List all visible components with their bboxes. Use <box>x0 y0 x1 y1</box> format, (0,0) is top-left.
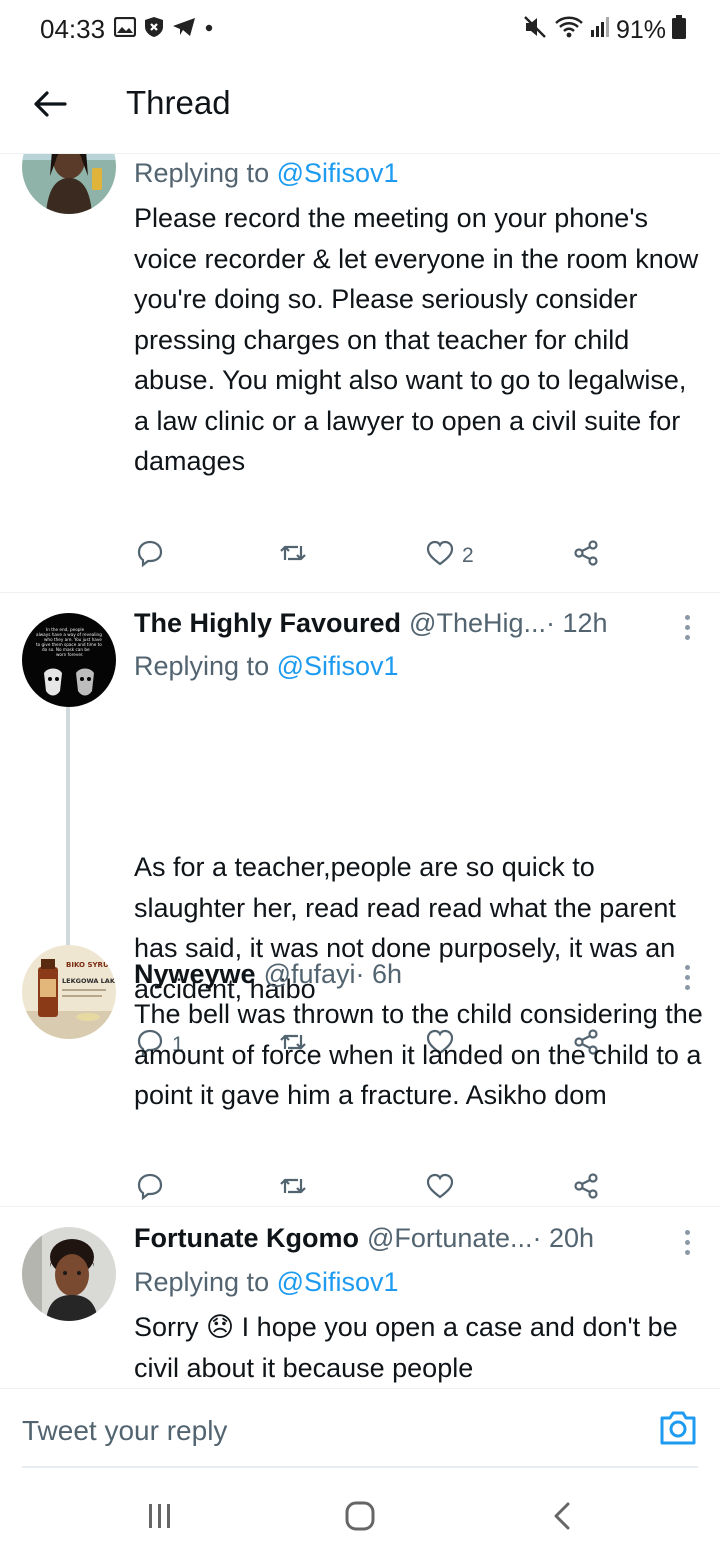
avatar-label: BIKO SYRUP <box>66 961 114 969</box>
like-button[interactable] <box>426 1169 454 1209</box>
user-handle[interactable]: @fufayi <box>264 959 356 990</box>
more-options-icon[interactable] <box>682 1230 692 1255</box>
svg-text:worn forever.: worn forever. <box>56 652 84 657</box>
display-name[interactable]: Fortunate Kgomo <box>134 1223 359 1254</box>
disappointed-emoji: 😞 <box>206 1312 235 1342</box>
gallery-icon <box>113 16 137 42</box>
tweet-actions <box>134 1169 614 1209</box>
tweet-header: The Highly Favoured @TheHig... · 12h <box>134 608 696 639</box>
tweet-text: The bell was thrown to the child conside… <box>134 999 703 1110</box>
wifi-icon <box>554 15 584 46</box>
tweet-header: Nyweywe @fufayi · 6h <box>134 959 696 990</box>
display-name[interactable]: Nyweywe <box>134 959 256 990</box>
avatar[interactable] <box>22 1227 116 1321</box>
recents-button[interactable] <box>140 1500 180 1536</box>
retweet-icon <box>278 539 308 573</box>
avatar[interactable]: In the end, people always have a way of … <box>22 613 116 707</box>
more-options-icon[interactable] <box>682 615 692 640</box>
tweet[interactable]: In the end, people always have a way of … <box>0 593 720 1057</box>
replying-to: Replying to @Sifisov1 <box>134 651 399 681</box>
home-button[interactable] <box>338 1500 382 1536</box>
replying-to: Replying to @Sifisov1 <box>134 158 399 188</box>
retweet-button[interactable] <box>278 1169 308 1209</box>
camera-button[interactable] <box>658 1409 698 1449</box>
app-header: Thread <box>0 60 720 154</box>
like-count: 2 <box>462 544 474 567</box>
nav-back-button[interactable] <box>544 1500 580 1536</box>
signal-icon <box>590 16 610 45</box>
reply-input[interactable]: Tweet your reply <box>22 1415 227 1447</box>
thread-feed[interactable]: Replying to @Sifisov1 Please record the … <box>0 154 720 1388</box>
retweet-icon <box>278 1172 308 1206</box>
mention-link[interactable]: @Sifisov1 <box>277 158 399 188</box>
thread-connector <box>66 707 70 957</box>
share-icon <box>572 539 600 573</box>
reply-input-underline <box>22 1466 698 1468</box>
mention-link[interactable]: @Sifisov1 <box>277 1267 399 1297</box>
tweet-time: · 6h <box>355 959 403 989</box>
system-nav-bar <box>0 1470 720 1560</box>
tweet[interactable]: BIKO SYRUP LEKGOWA LAKA Nyweywe @fufayi … <box>0 929 720 1205</box>
avatar-label: LEKGOWA LAKA <box>62 977 116 985</box>
home-icon <box>344 1500 376 1537</box>
camera-icon <box>658 1411 698 1451</box>
telegram-icon <box>172 17 196 42</box>
shield-icon <box>144 16 164 43</box>
retweet-button[interactable] <box>278 536 308 576</box>
tweet-text: Sorry 😞 I hope you open a case and don't… <box>134 1312 678 1383</box>
tweet-actions: 2 <box>134 536 614 576</box>
tweet-text: Please record the meeting on your phone'… <box>134 203 699 476</box>
user-handle[interactable]: @TheHig... <box>409 608 546 639</box>
heart-icon <box>426 540 454 572</box>
battery-icon <box>672 15 686 46</box>
back-icon <box>551 1501 573 1536</box>
page-title: Thread <box>126 84 231 121</box>
reply-button[interactable] <box>136 536 164 576</box>
comment-icon <box>136 539 164 573</box>
reply-button[interactable] <box>136 1169 164 1209</box>
share-icon <box>572 1172 600 1206</box>
comment-icon <box>136 1172 164 1206</box>
battery-level: 91% <box>615 16 666 44</box>
back-button[interactable] <box>28 84 72 128</box>
tweet-time: · 20h <box>532 1223 595 1253</box>
share-button[interactable] <box>572 536 600 576</box>
tweet[interactable]: Replying to @Sifisov1 Please record the … <box>0 154 720 592</box>
mute-icon <box>522 14 548 47</box>
replying-to: Replying to @Sifisov1 <box>134 1267 399 1297</box>
mention-link[interactable]: @Sifisov1 <box>277 651 399 681</box>
arrow-left-icon <box>33 90 67 123</box>
reply-composer: Tweet your reply <box>0 1388 720 1468</box>
avatar[interactable] <box>22 154 116 214</box>
user-handle[interactable]: @Fortunate... <box>367 1223 532 1254</box>
tweet-header: Fortunate Kgomo @Fortunate... · 20h <box>134 1223 696 1254</box>
status-bar: 04:33 91% <box>0 0 720 60</box>
recents-icon <box>147 1502 173 1535</box>
dot-icon <box>204 20 214 38</box>
tweet[interactable]: Fortunate Kgomo @Fortunate... · 20h Repl… <box>0 1207 720 1388</box>
share-button[interactable] <box>572 1169 600 1209</box>
heart-icon <box>426 1173 454 1205</box>
like-button[interactable]: 2 <box>426 536 474 576</box>
more-options-icon[interactable] <box>682 965 692 990</box>
status-time: 04:33 <box>40 14 106 44</box>
avatar[interactable]: BIKO SYRUP LEKGOWA LAKA <box>22 945 116 1039</box>
tweet-time: · 12h <box>546 608 608 638</box>
display-name[interactable]: The Highly Favoured <box>134 608 401 639</box>
